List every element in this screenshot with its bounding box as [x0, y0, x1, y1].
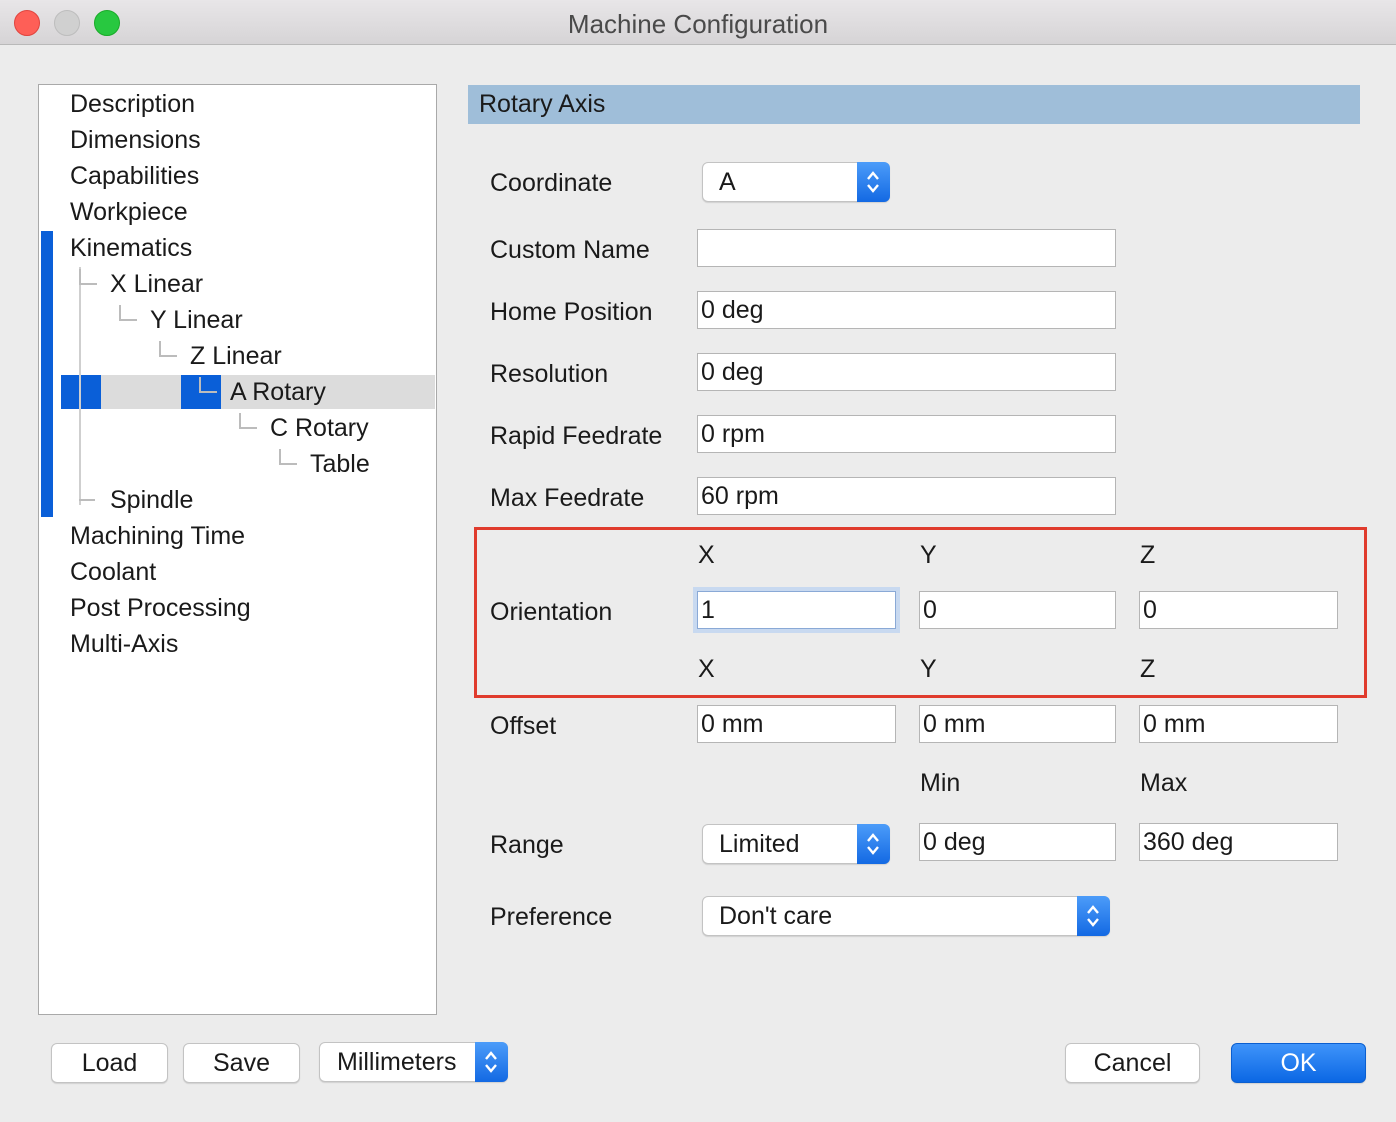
- range-mode-select[interactable]: Limited: [702, 824, 890, 864]
- offset-x-field[interactable]: [697, 705, 896, 743]
- tree-item-a-rotary[interactable]: A Rotary: [230, 375, 326, 409]
- tree-connector: [79, 269, 97, 285]
- units-select[interactable]: Millimeters: [319, 1042, 508, 1082]
- tree-branch-indicator: [41, 231, 53, 517]
- preference-select[interactable]: Don't care: [702, 896, 1110, 936]
- tree-item-post-processing[interactable]: Post Processing: [70, 591, 251, 625]
- resolution-field[interactable]: [697, 353, 1116, 391]
- tree-item-workpiece[interactable]: Workpiece: [70, 195, 188, 229]
- tree-item-z-linear[interactable]: Z Linear: [190, 339, 282, 373]
- home-position-field[interactable]: [697, 291, 1116, 329]
- rapid-feedrate-label: Rapid Feedrate: [490, 422, 663, 450]
- range-max-field[interactable]: [1139, 823, 1338, 861]
- tree-item-capabilities[interactable]: Capabilities: [70, 159, 199, 193]
- coordinate-label: Coordinate: [490, 169, 613, 197]
- tree-item-c-rotary[interactable]: C Rotary: [270, 411, 369, 445]
- cancel-button[interactable]: Cancel: [1065, 1043, 1200, 1083]
- section-title: Rotary Axis: [479, 90, 606, 118]
- custom-name-field[interactable]: [697, 229, 1116, 267]
- tree-connector: [79, 485, 95, 501]
- range-min-field[interactable]: [919, 823, 1116, 861]
- chevron-up-down-icon: [475, 1042, 508, 1082]
- range-mode-value: Limited: [719, 830, 800, 858]
- range-label: Range: [490, 831, 564, 859]
- rapid-feedrate-field[interactable]: [697, 415, 1116, 453]
- preference-value: Don't care: [719, 902, 833, 930]
- range-min-header: Min: [920, 769, 961, 797]
- tree-item-x-linear[interactable]: X Linear: [110, 267, 203, 301]
- tree-selection-indicator: [61, 375, 101, 409]
- tree-connector: [159, 341, 177, 357]
- tree-item-spindle[interactable]: Spindle: [110, 483, 193, 517]
- orientation-highlight-box: [474, 527, 1367, 698]
- tree-connector: [239, 413, 257, 429]
- max-feedrate-label: Max Feedrate: [490, 484, 645, 512]
- tree-item-multi-axis[interactable]: Multi-Axis: [70, 627, 178, 661]
- ok-button[interactable]: OK: [1231, 1043, 1366, 1083]
- coordinate-select[interactable]: A: [702, 162, 890, 202]
- custom-name-label: Custom Name: [490, 236, 650, 264]
- window-title: Machine Configuration: [567, 9, 829, 39]
- units-value: Millimeters: [337, 1048, 457, 1076]
- tree-item-coolant[interactable]: Coolant: [70, 555, 156, 589]
- range-max-header: Max: [1140, 769, 1188, 797]
- load-button[interactable]: Load: [51, 1043, 168, 1083]
- tree-item-machining-time[interactable]: Machining Time: [70, 519, 245, 553]
- offset-z-field[interactable]: [1139, 705, 1338, 743]
- tree-item-y-linear[interactable]: Y Linear: [150, 303, 243, 337]
- tree-item-dimensions[interactable]: Dimensions: [70, 123, 201, 157]
- tree-connector: [199, 377, 217, 393]
- preference-label: Preference: [490, 903, 613, 931]
- tree-item-description[interactable]: Description: [70, 87, 195, 121]
- chevron-up-down-icon: [1077, 896, 1110, 936]
- home-position-label: Home Position: [490, 298, 653, 326]
- coordinate-value: A: [719, 168, 736, 196]
- chevron-up-down-icon: [857, 162, 890, 202]
- max-feedrate-field[interactable]: [697, 477, 1116, 515]
- save-button[interactable]: Save: [183, 1043, 300, 1083]
- resolution-label: Resolution: [490, 360, 609, 388]
- section-header: Rotary Axis: [468, 85, 1360, 124]
- offset-y-field[interactable]: [919, 705, 1116, 743]
- tree-guide-line: [79, 267, 81, 505]
- chevron-up-down-icon: [857, 824, 890, 864]
- tree-item-table[interactable]: Table: [310, 447, 370, 481]
- title-bar: Machine Configuration: [0, 0, 1396, 45]
- configuration-tree[interactable]: Description Dimensions Capabilities Work…: [38, 84, 437, 1015]
- tree-connector: [119, 305, 137, 321]
- tree-item-kinematics[interactable]: Kinematics: [70, 231, 192, 265]
- offset-label: Offset: [490, 712, 557, 740]
- tree-connector: [279, 449, 297, 465]
